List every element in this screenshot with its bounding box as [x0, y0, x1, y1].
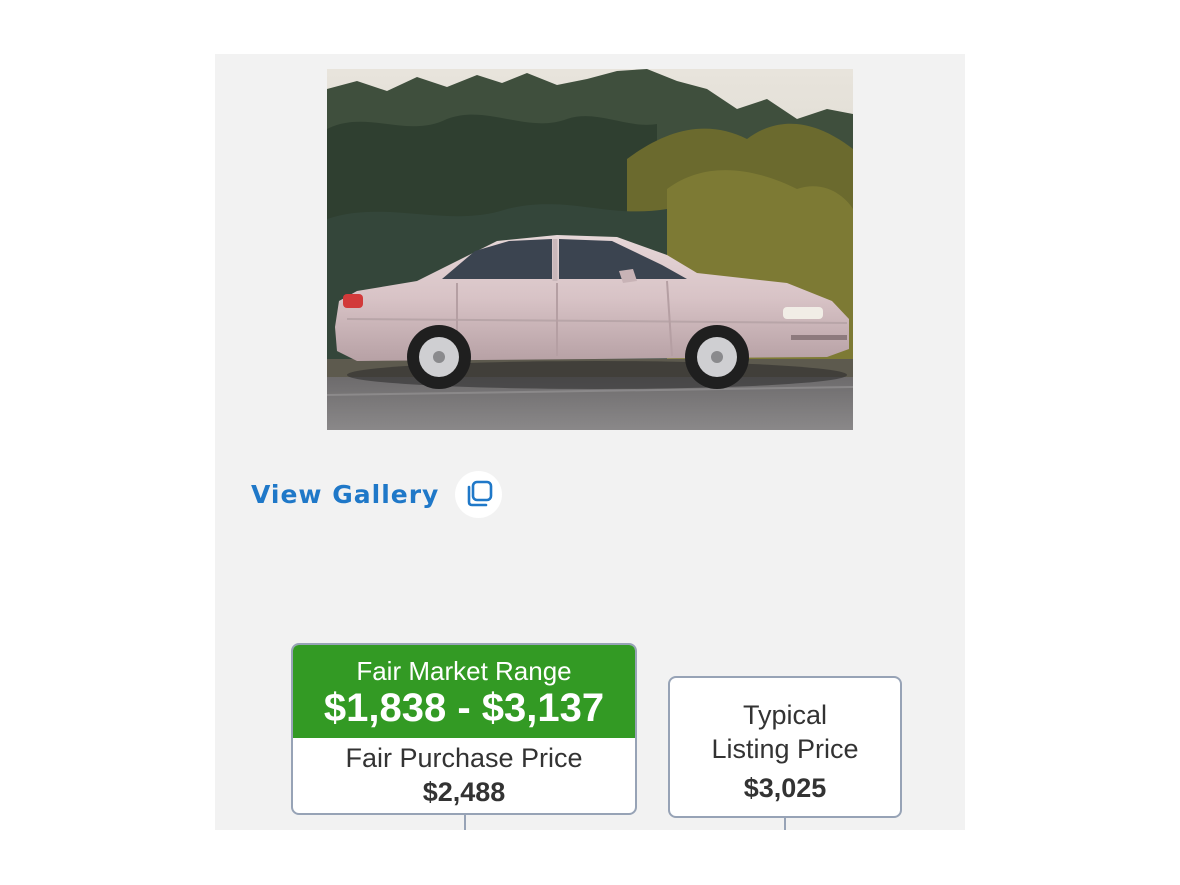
- fair-purchase-section: Fair Purchase Price $2,488: [293, 738, 635, 808]
- fair-market-range-value: $1,838 - $3,137: [323, 686, 605, 730]
- view-gallery-label[interactable]: View Gallery: [251, 480, 439, 509]
- fair-market-header: Fair Market Range $1,838 - $3,137: [293, 645, 635, 738]
- vehicle-panel: View Gallery Fair Market Range $1,838 - …: [215, 54, 965, 830]
- fair-purchase-value: $2,488: [422, 777, 506, 807]
- typical-listing-label-line1: Typical: [742, 700, 828, 730]
- fair-purchase-pointer-line: [464, 815, 466, 830]
- typical-listing-value: $3,025: [743, 773, 827, 803]
- typical-listing-card: Typical Listing Price $3,025: [668, 676, 902, 818]
- fair-market-title: Fair Market Range: [356, 656, 572, 686]
- typical-listing-label-line2: Listing Price: [711, 734, 859, 764]
- fair-purchase-label: Fair Purchase Price: [345, 743, 583, 773]
- view-gallery-link[interactable]: View Gallery: [251, 470, 503, 518]
- car-photo-image: [327, 69, 853, 430]
- fair-market-range-card: Fair Market Range $1,838 - $3,137 Fair P…: [291, 643, 637, 815]
- vehicle-photo[interactable]: [327, 69, 853, 430]
- typical-listing-pointer-line: [784, 818, 786, 830]
- gallery-copy-icon[interactable]: [455, 470, 503, 518]
